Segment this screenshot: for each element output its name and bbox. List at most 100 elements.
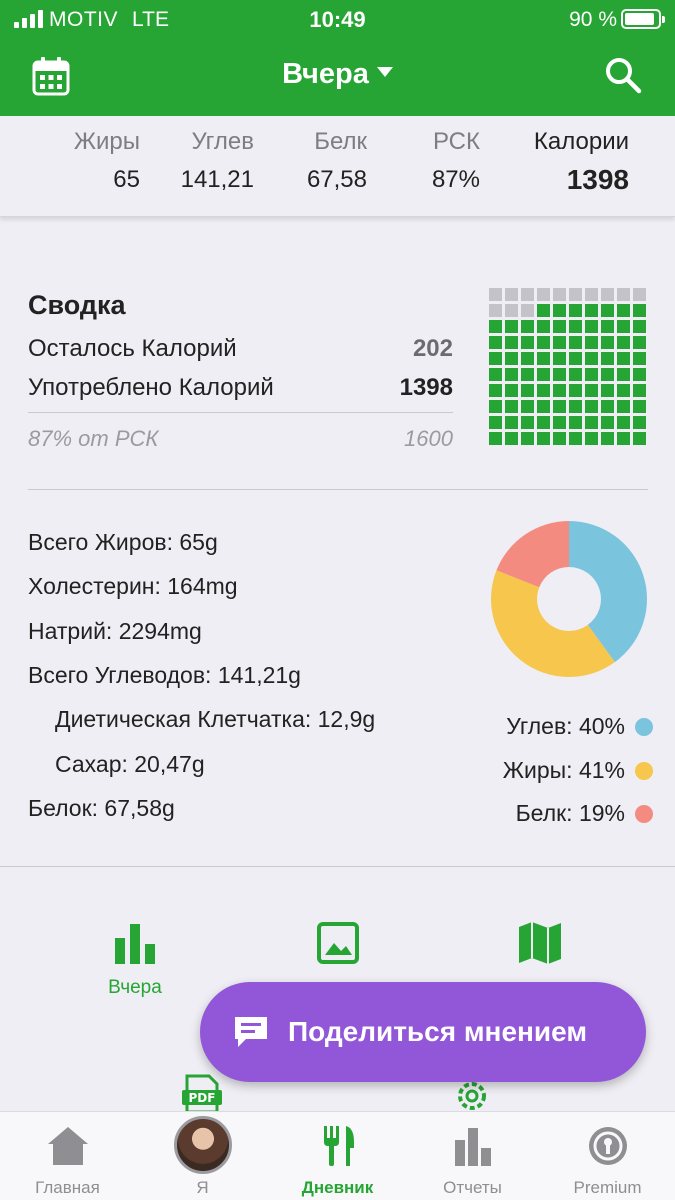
chat-icon [235, 1017, 267, 1047]
legend-dot [635, 804, 653, 823]
remaining-calories-row: Осталось Калорий 202 [28, 335, 453, 363]
home-icon [48, 1127, 88, 1165]
grid-cell-filled [489, 432, 502, 445]
grid-cell-filled [521, 384, 534, 397]
grid-cell-empty [489, 304, 502, 317]
tab-home[interactable]: Главная [0, 1112, 135, 1200]
legend-label: Жиры: 41% [502, 757, 625, 783]
grid-cell-filled [553, 304, 566, 317]
rdi-value: 1600 [404, 426, 453, 451]
legend-protein: Белк: 19% [516, 800, 653, 827]
macro-carbs: Углев 141,21 [181, 128, 254, 194]
grid-cell-filled [633, 304, 646, 317]
grid-cell-filled [601, 432, 614, 445]
grid-cell-filled [505, 336, 518, 349]
legend-dot [635, 717, 653, 736]
tab-premium[interactable]: Premium [540, 1112, 675, 1200]
reports-icon [455, 1128, 491, 1166]
grid-cell-filled [585, 336, 598, 349]
grid-cell-filled [489, 400, 502, 413]
grid-cell-filled [617, 336, 630, 349]
summary-title: Сводка [28, 290, 126, 320]
macro-calories: Калории 1398 [534, 128, 629, 196]
grid-cell-filled [537, 416, 550, 429]
tab-label: Главная [35, 1178, 100, 1197]
grid-cell-filled [569, 384, 582, 397]
macro-label: РСК [432, 128, 480, 155]
grid-cell-filled [537, 432, 550, 445]
grid-cell-filled [537, 384, 550, 397]
tab-label: Я [196, 1178, 209, 1197]
grid-cell-filled [553, 336, 566, 349]
grid-cell-filled [633, 400, 646, 413]
grid-cell-filled [489, 368, 502, 381]
tab-reports[interactable]: Отчеты [405, 1112, 540, 1200]
tab-label: Дневник [301, 1178, 374, 1197]
grid-cell-filled [585, 432, 598, 445]
grid-cell-filled [617, 432, 630, 445]
grid-cell-filled [569, 368, 582, 381]
grid-cell-filled [617, 416, 630, 429]
feedback-button[interactable]: Поделиться мнением [200, 982, 646, 1082]
date-selector[interactable]: Вчера [0, 58, 675, 91]
grid-cell-filled [537, 368, 550, 381]
caret-down-icon [376, 67, 393, 78]
grid-cell-filled [633, 336, 646, 349]
remaining-value: 202 [412, 335, 453, 362]
settings-icon[interactable] [452, 1076, 492, 1116]
grid-cell-empty [521, 288, 534, 301]
macro-value: 67,58 [306, 166, 367, 193]
grid-cell-empty [585, 288, 598, 301]
shortcut-yesterday-label[interactable]: Вчера [100, 977, 170, 999]
nutrient-fiber: Диетическая Клетчатка: 12,9g [55, 706, 376, 732]
grid-cell-empty [537, 288, 550, 301]
grid-cell-filled [569, 336, 582, 349]
grid-cell-filled [537, 400, 550, 413]
grid-cell-empty [617, 288, 630, 301]
section-divider [0, 866, 675, 867]
grid-cell-filled [553, 432, 566, 445]
grid-cell-filled [601, 368, 614, 381]
grid-cell-filled [489, 352, 502, 365]
grid-cell-empty [505, 288, 518, 301]
grid-cell-empty [633, 288, 646, 301]
grid-cell-filled [569, 400, 582, 413]
grid-cell-filled [617, 352, 630, 365]
search-icon[interactable] [604, 56, 642, 94]
macro-label: Калории [533, 128, 629, 155]
feedback-label: Поделиться мнением [288, 1016, 588, 1047]
grid-cell-filled [553, 416, 566, 429]
grid-cell-empty [569, 288, 582, 301]
grid-cell-filled [537, 352, 550, 365]
grid-cell-filled [585, 416, 598, 429]
grid-cell-filled [569, 432, 582, 445]
grid-cell-empty [553, 288, 566, 301]
macro-value: 65 [113, 166, 140, 193]
bar-chart-icon[interactable] [114, 922, 156, 964]
grid-cell-filled [521, 320, 534, 333]
macro-rdi: РСК 87% [432, 128, 480, 194]
summary-divider [28, 412, 453, 413]
legend-carbs: Углев: 40% [506, 713, 653, 740]
image-icon[interactable] [317, 922, 359, 964]
grid-cell-filled [585, 400, 598, 413]
consumed-calories-row: Употреблено Калорий 1398 [28, 374, 453, 402]
grid-cell-filled [521, 416, 534, 429]
grid-cell-empty [601, 288, 614, 301]
grid-cell-filled [505, 400, 518, 413]
avatar[interactable] [174, 1116, 232, 1174]
grid-cell-filled [505, 384, 518, 397]
tab-label: Отчеты [443, 1178, 502, 1197]
macro-label: Белк [314, 128, 367, 155]
grid-cell-filled [633, 416, 646, 429]
tab-diary[interactable]: Дневник [270, 1112, 405, 1200]
grid-cell-filled [521, 432, 534, 445]
grid-cell-filled [601, 320, 614, 333]
map-icon[interactable] [517, 920, 563, 966]
grid-cell-filled [617, 384, 630, 397]
section-divider [28, 489, 648, 490]
grid-cell-filled [601, 416, 614, 429]
pdf-icon[interactable]: PDF [181, 1074, 223, 1114]
consumed-value: 1398 [399, 374, 453, 401]
macro-label: Углев [191, 128, 255, 155]
